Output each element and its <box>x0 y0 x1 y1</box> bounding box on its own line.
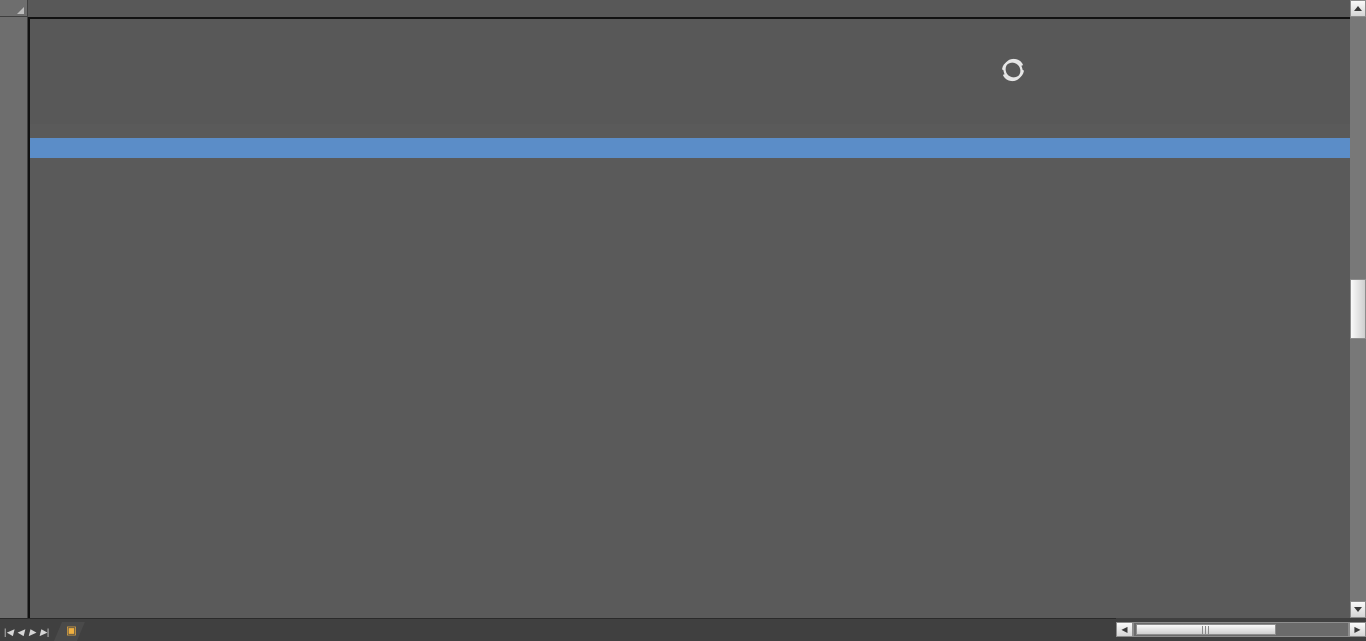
first-sheet-arrow[interactable]: |◀ <box>3 627 14 638</box>
dashboard-sheet <box>28 17 1350 618</box>
last-sheet-arrow[interactable]: ▶| <box>39 627 50 638</box>
horizontal-scrollbar[interactable]: ◀ ▶ <box>1116 618 1366 641</box>
excel-window: |◀ ◀ ▶ ▶| ▣ ◀ ▶ <box>0 0 1366 641</box>
hscroll-track[interactable] <box>1133 622 1349 637</box>
column-header-row <box>0 0 1366 17</box>
pivot-table-region <box>170 285 1350 618</box>
hscroll-right-button[interactable]: ▶ <box>1349 622 1366 637</box>
slicer-panel <box>30 160 1350 270</box>
vscroll-track-lower[interactable] <box>1350 339 1366 601</box>
add-sheet-tab[interactable]: ▣ <box>54 622 85 641</box>
scroll-up-button[interactable] <box>1350 0 1366 17</box>
hscroll-thumb[interactable] <box>1136 624 1276 635</box>
vscroll-thumb[interactable] <box>1350 279 1366 339</box>
next-sheet-arrow[interactable]: ▶ <box>27 627 38 638</box>
vertical-scrollbar[interactable] <box>1350 0 1366 618</box>
refresh-icon[interactable] <box>1000 57 1026 83</box>
vscroll-track[interactable] <box>1350 17 1366 279</box>
dashboard-header <box>30 19 1350 124</box>
section-banner <box>30 138 1350 158</box>
select-all-corner[interactable] <box>0 0 28 17</box>
scroll-down-button[interactable] <box>1350 601 1366 618</box>
row-header-column <box>0 17 28 618</box>
sheet-nav-arrows[interactable]: |◀ ◀ ▶ ▶| <box>0 627 54 641</box>
hscroll-left-button[interactable]: ◀ <box>1116 622 1133 637</box>
sheet-tab-bar: |◀ ◀ ▶ ▶| ▣ ◀ ▶ <box>0 618 1366 641</box>
prev-sheet-arrow[interactable]: ◀ <box>15 627 26 638</box>
